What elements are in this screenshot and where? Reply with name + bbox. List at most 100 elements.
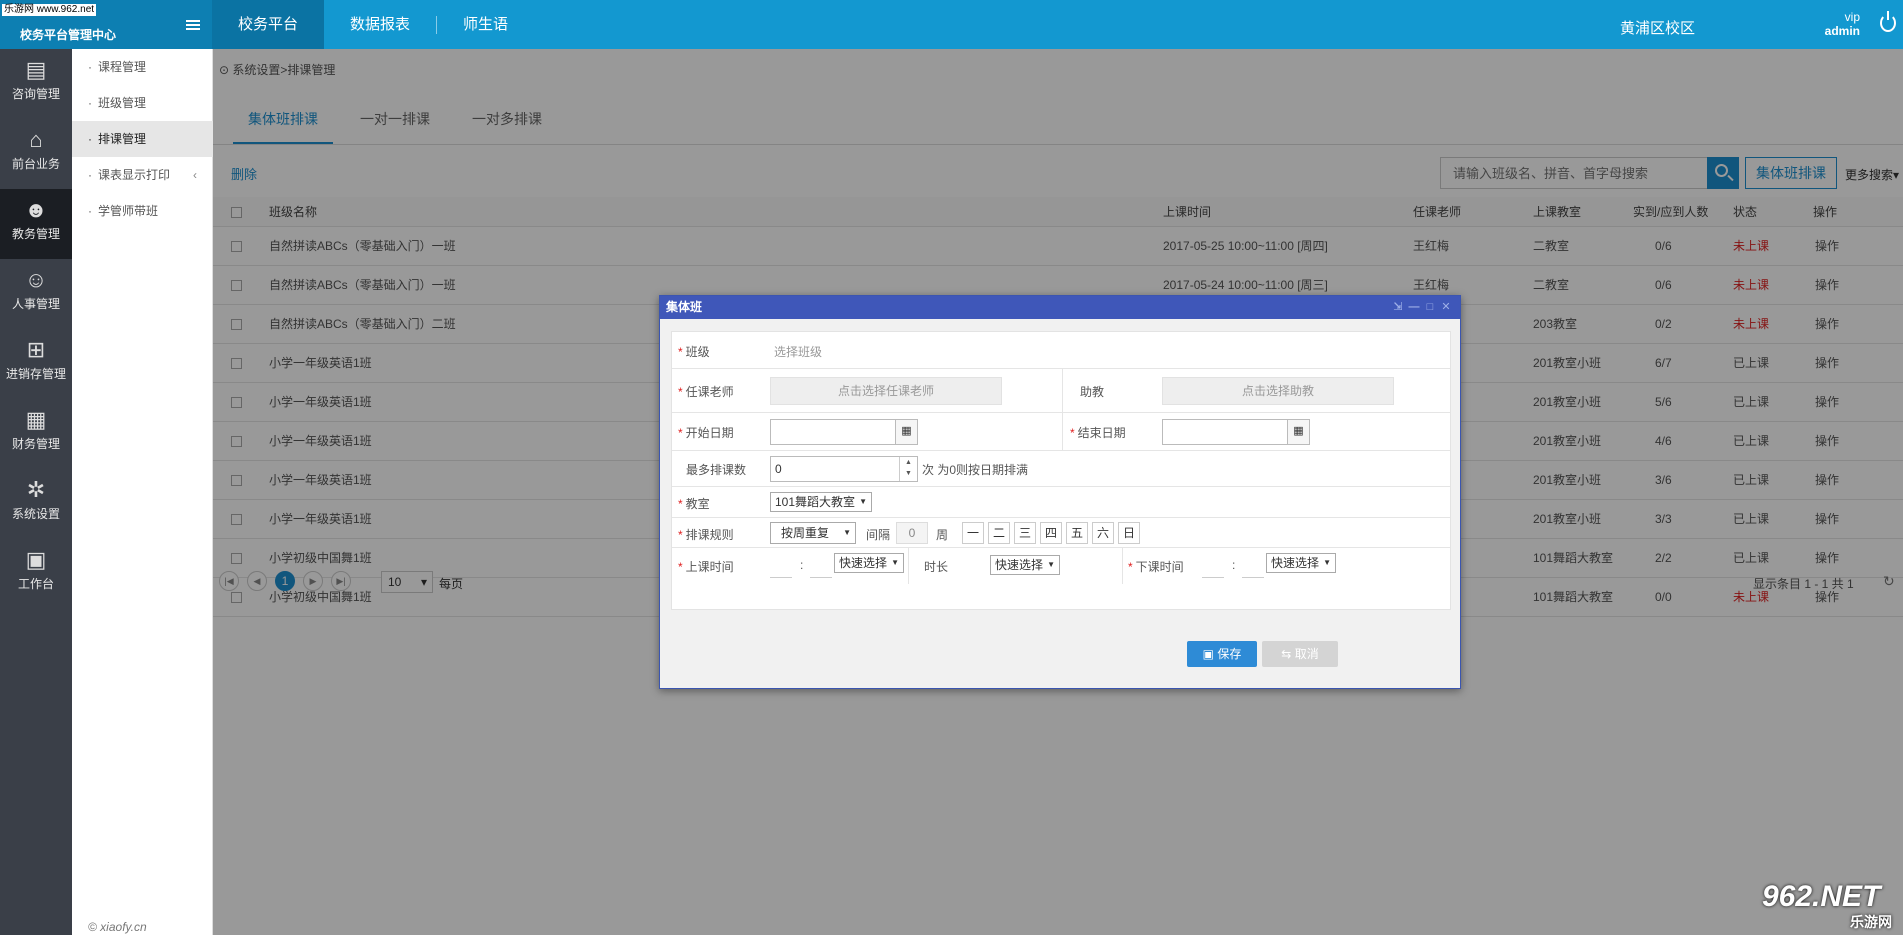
subnav-course[interactable]: · 课程管理 [72,49,213,85]
subnav-tutor-class[interactable]: · 学管师带班 [72,193,213,229]
save-button[interactable]: ▣ 保存 [1187,641,1257,667]
subnav-class[interactable]: · 班级管理 [72,85,213,121]
leftnav-academic[interactable]: ☻ 教务管理 [0,189,72,259]
users-icon: ☻ [24,197,48,222]
left-nav: ▤ 咨询管理 ⌂ 前台业务 ☻ 教务管理 ☺ 人事管理 ⊞ 进销存管理 ▦ 财务… [0,49,72,935]
choose-teacher-button[interactable]: 点击选择任课老师 [770,377,1002,405]
calendar-icon[interactable]: ▦ [895,420,917,444]
time-colon: : [1232,558,1236,572]
close-icon[interactable]: ✕ [1438,296,1454,319]
assistant-label: 助教 [1080,385,1105,399]
subnav-schedule[interactable]: · 排课管理 [72,121,213,157]
weekday-thu[interactable]: 四 [1040,522,1062,544]
max-count-stepper[interactable]: 0 ▲ ▼ [770,456,918,482]
interval-label: 间隔 [866,528,891,542]
start-hour-input[interactable] [770,558,792,578]
interval-input[interactable]: 0 [896,522,928,544]
leftnav-frontdesk[interactable]: ⌂ 前台业务 [0,119,72,189]
topnav-school-platform[interactable]: 校务平台 [212,0,325,49]
dialog-title: 集体班 [666,300,703,314]
end-hour-input[interactable] [1202,558,1224,578]
class-select[interactable]: 选择班级 [774,343,822,360]
cancel-button[interactable]: ⇆ 取消 [1262,641,1338,667]
bullet: · [88,96,92,110]
leftnav-label: 咨询管理 [11,87,60,101]
max-count-hint: 次 为0则按日期排满 [922,463,1029,477]
save-label: 保存 [1217,647,1242,661]
weekday-fri[interactable]: 五 [1066,522,1088,544]
leftnav-finance[interactable]: ▦ 财务管理 [0,399,72,469]
weekday-mon[interactable]: 一 [962,522,984,544]
minimize-icon[interactable]: — [1406,296,1422,319]
weekday-wed[interactable]: 三 [1014,522,1036,544]
weekday-sat[interactable]: 六 [1092,522,1114,544]
weekday-tue[interactable]: 二 [988,522,1010,544]
topnav-data-reports[interactable]: 数据报表 [324,0,436,49]
leftnav-workbench[interactable]: ▣ 工作台 [0,539,72,609]
copyright: © xiaofy.cn [88,920,147,934]
image-icon: ▣ [25,547,47,572]
topnav-teacher-student[interactable]: 师生语 [437,0,534,49]
max-count-value: 0 [775,462,782,476]
brand-subtitle: 校务平台管理中心 [20,28,117,42]
divider [908,548,909,584]
collapse-icon[interactable]: ⇲ [1390,296,1406,319]
bullet: · [88,168,92,182]
leftnav-label: 前台业务 [11,157,60,171]
calendar-icon[interactable]: ▦ [1287,420,1309,444]
room-label: * 教室 [678,497,710,511]
dialog-controls: ⇲ — □ ✕ [1390,296,1454,319]
store-icon: ⌂ [29,127,43,152]
week-label: 周 [936,528,949,542]
end-date-input[interactable]: ▦ [1162,419,1310,445]
max-count-label: 最多排课数 [686,463,747,477]
end-quick-select[interactable]: 快速选择 [1266,553,1337,573]
start-minute-input[interactable] [810,558,832,578]
subnav-label: 课表显示打印 [98,168,171,182]
bullet: · [88,60,92,74]
leftnav-label: 人事管理 [11,297,60,311]
choose-assistant-button[interactable]: 点击选择助教 [1162,377,1394,405]
power-icon[interactable] [1880,11,1896,32]
maximize-icon[interactable]: □ [1422,296,1438,319]
form-row-room: * 教室 101舞蹈大教室 [672,487,1450,518]
leftnav-settings[interactable]: ✲ 系统设置 [0,469,72,539]
end-time-label: * 下课时间 [1128,560,1184,574]
user-info[interactable]: vip admin [1820,10,1860,38]
rule-select[interactable]: 按周重复 [770,522,856,544]
menu-toggle-icon[interactable] [186,20,200,30]
form-row-max: 最多排课数 0 ▲ ▼ 次 为0则按日期排满 [672,451,1450,487]
top-nav: 校务平台 数据报表 师生语 [212,0,534,49]
dialog-title-bar: 集体班 ⇲ — □ ✕ [660,296,1460,319]
stepper-arrows-icon[interactable]: ▲ ▼ [899,457,917,481]
divider [1122,548,1123,584]
leftnav-consult[interactable]: ▤ 咨询管理 [0,49,72,119]
leftnav-hr[interactable]: ☺ 人事管理 [0,259,72,329]
duration-select[interactable]: 快速选择 [990,555,1061,575]
weekday-sun[interactable]: 日 [1118,522,1140,544]
subnav-timetable-print[interactable]: · 课表显示打印 ‹ [72,157,213,193]
teacher-label: * 任课老师 [678,385,734,399]
chevron-left-icon: ‹ [193,168,197,182]
leftnav-label: 进销存管理 [5,367,66,381]
user-name: admin [1824,24,1860,38]
dialog-form: * 班级 选择班级 * 任课老师 点击选择任课老师 助教 点击选择助教 * 开始日期 … [671,331,1451,610]
end-minute-input[interactable] [1242,558,1264,578]
form-row-times: *上课时间 : 快速选择 时长 快速选择 *下课时间 : 快速选择 [672,548,1450,584]
start-date-input[interactable]: ▦ [770,419,918,445]
subnav-label: 班级管理 [98,96,147,110]
basket-icon: ⊞ [26,337,46,362]
leftnav-label: 系统设置 [11,507,60,521]
duration-label: 时长 [924,560,949,574]
divider [1062,413,1063,451]
subnav-label: 排课管理 [98,132,147,146]
watermark-top-left: 乐游网 www.962.net [2,4,97,16]
save-icon: ▣ [1202,647,1218,661]
campus-name[interactable]: 黄浦区校区 [1620,17,1695,38]
start-quick-select[interactable]: 快速选择 [834,553,905,573]
sub-nav: · 课程管理 · 班级管理 · 排课管理 · 课表显示打印 ‹ · 学管师带班 [72,49,213,935]
leftnav-inventory[interactable]: ⊞ 进销存管理 [0,329,72,399]
form-row-dates: * 开始日期 ▦ * 结束日期 ▦ [672,413,1450,451]
group-class-dialog: 集体班 ⇲ — □ ✕ * 班级 选择班级 * 任课老师 点击选择任课老师 助教 点… [659,295,1461,689]
room-select[interactable]: 101舞蹈大教室 [770,492,873,512]
